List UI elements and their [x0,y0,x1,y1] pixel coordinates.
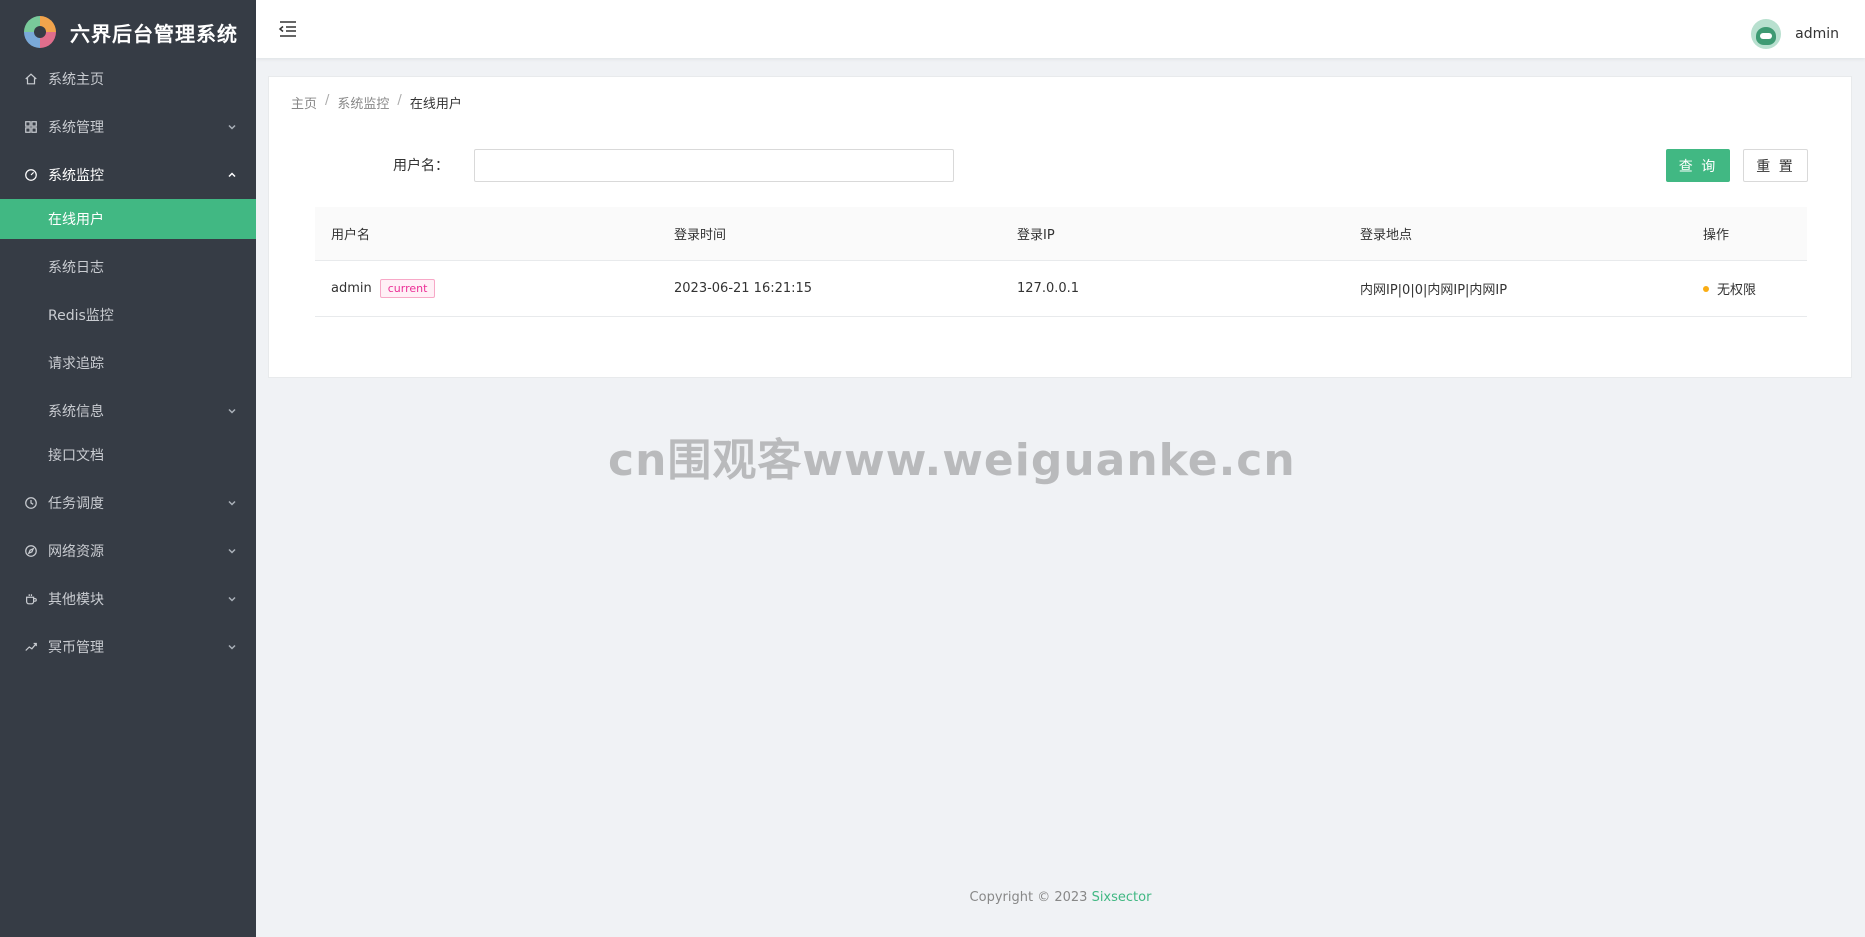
sidebar-subitem-online-users[interactable]: 在线用户 [0,199,256,239]
breadcrumb-system-monitor[interactable]: 系统监控 [337,93,389,112]
username-filter-label: 用户名： [393,158,449,174]
warning-dot-icon [1703,285,1709,292]
sidebar-item-network-resources[interactable]: 网络资源 [0,529,256,573]
dashboard-icon [24,168,38,182]
chevron-down-icon [226,593,238,605]
header-username[interactable]: admin [1795,26,1839,42]
sidebar-subitem-label: 系统日志 [48,260,104,276]
sidebar-subitem-label: 接口文档 [48,448,104,464]
column-header-location: 登录地点 [1360,228,1413,243]
sidebar: 六界后台管理系统 系统主页 系统管理 系统监控 在线用户 系统日志 Redis监… [0,0,256,937]
sidebar-item-system-monitor[interactable]: 系统监控 [0,153,256,197]
chevron-down-icon [226,641,238,653]
sidebar-item-label: 其他模块 [48,592,104,608]
breadcrumb-current: 在线用户 [409,97,462,112]
column-header-login-ip: 登录IP [1017,228,1055,243]
column-header-username: 用户名 [331,228,371,243]
chevron-down-icon [226,121,238,133]
sidebar-item-label: 任务调度 [48,496,104,512]
sidebar-item-other-modules[interactable]: 其他模块 [0,577,256,621]
breadcrumb-home[interactable]: 主页 [291,93,317,112]
sidebar-item-label: 系统监控 [48,168,104,184]
grid-icon [24,120,38,134]
table-row: admin current 2023-06-21 16:21:15 127.0.… [315,261,1807,317]
avatar[interactable] [1751,19,1782,49]
sidebar-item-label: 网络资源 [48,544,104,560]
sidebar-subitem-redis-monitor[interactable]: Redis监控 [0,295,256,335]
top-header: admin [256,0,1865,58]
user-menu[interactable]: admin [1751,19,1839,49]
sidebar-item-label: 冥币管理 [48,640,104,656]
chevron-up-icon [226,169,238,181]
reset-button[interactable]: 重 置 [1743,149,1808,182]
sidebar-subitem-system-log[interactable]: 系统日志 [0,247,256,287]
footer-brand-link[interactable]: Sixsector [1092,890,1152,905]
query-button[interactable]: 查 询 [1666,149,1730,182]
footer: Copyright © 2023 Sixsector [256,890,1865,905]
column-header-login-time: 登录时间 [674,228,727,243]
breadcrumb-separator: / [397,93,402,108]
no-permission-text: 无权限 [1717,283,1757,298]
username-filter-input[interactable] [474,149,954,182]
copyright-text: Copyright © 2023 [969,890,1092,905]
sidebar-item-label: 系统主页 [48,72,104,88]
sidebar-subitem-label: 请求追踪 [48,356,104,372]
sidebar-subitem-request-trace[interactable]: 请求追踪 [0,343,256,383]
sidebar-subitem-system-info[interactable]: 系统信息 [0,391,256,431]
sidebar-subitem-label: 在线用户 [48,212,104,228]
chevron-down-icon [226,545,238,557]
online-users-card: 主页 / 系统监控 / 在线用户 用户名： 查 询 重 置 用户名 登录时间 登… [268,76,1852,378]
sidebar-item-system-management[interactable]: 系统管理 [0,105,256,149]
menu-fold-icon[interactable] [278,20,298,38]
online-users-table: 用户名 登录时间 登录IP 登录地点 操作 admin current 2023… [315,207,1807,317]
clock-icon [24,496,38,510]
watermark: cn围观客www.weiguanke.cn [608,435,1296,486]
app-title: 六界后台管理系统 [70,21,238,46]
sidebar-subitem-api-docs[interactable]: 接口文档 [0,435,256,475]
sidebar-subitem-label: 系统信息 [48,404,104,420]
sidebar-item-home[interactable]: 系统主页 [0,57,256,101]
logo-icon [24,16,56,48]
cell-action: 无权限 [1703,261,1756,316]
chevron-down-icon [226,405,238,417]
logo[interactable]: 六界后台管理系统 [0,0,256,64]
sidebar-subitem-label: Redis监控 [48,308,114,324]
column-header-action: 操作 [1703,228,1730,243]
line-chart-icon [24,640,38,654]
breadcrumb: 主页 / 系统监控 / 在线用户 [291,93,462,112]
sidebar-item-label: 系统管理 [48,120,104,136]
sidebar-item-task-schedule[interactable]: 任务调度 [0,481,256,525]
compass-icon [24,544,38,558]
coffee-icon [24,592,38,606]
table-header: 用户名 登录时间 登录IP 登录地点 操作 [315,207,1807,261]
sidebar-item-currency-management[interactable]: 冥币管理 [0,625,256,669]
cell-username: admin current [331,261,436,316]
cell-login-ip: 127.0.0.1 [1017,281,1080,296]
chevron-down-icon [226,497,238,509]
breadcrumb-separator: / [325,93,330,108]
current-session-badge: current [379,279,436,298]
home-icon [24,72,38,86]
cell-login-time: 2023-06-21 16:21:15 [674,281,813,296]
username-text: admin [331,281,372,296]
cell-location: 内网IP|0|0|内网IP|内网IP [1360,283,1508,298]
